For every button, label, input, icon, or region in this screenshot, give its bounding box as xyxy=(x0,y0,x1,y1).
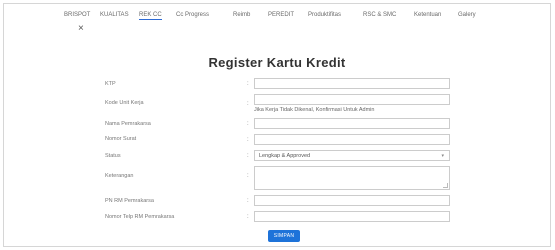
colon: : xyxy=(247,214,249,220)
nav-item-peredit[interactable]: PEREDIT xyxy=(268,12,294,18)
nav-item-reimb[interactable]: Reimb xyxy=(233,12,250,18)
colon: : xyxy=(247,173,249,179)
unit-note: Jika Kerja Tidak Dikenal, Konfirmasi Unt… xyxy=(254,107,375,113)
colon: : xyxy=(247,137,249,143)
chevron-down-icon: ▾ xyxy=(441,153,444,159)
colon: : xyxy=(247,101,249,107)
nav-item-brispot[interactable]: BRISPOT xyxy=(64,12,90,18)
colon: : xyxy=(247,153,249,159)
kode-unit-kerja-input[interactable] xyxy=(254,94,450,105)
status-selected-value: Lengkap & Approved xyxy=(259,153,311,159)
pn-rm-pemrakarsa-input[interactable] xyxy=(254,195,450,206)
label-nomor-telp-rm: Nomor Telp RM Pemrakarsa xyxy=(105,214,175,220)
nav-item-rsc-smc[interactable]: RSC & SMC xyxy=(363,12,396,18)
nav-item-galery[interactable]: Galery xyxy=(458,12,476,18)
ktp-input[interactable] xyxy=(254,78,450,89)
nomor-telp-rm-input[interactable] xyxy=(254,211,450,222)
label-keterangan: Keterangan xyxy=(105,173,134,179)
label-pn-rm-pemrakarsa: PN RM Pemrakarsa xyxy=(105,198,154,204)
label-nama-pemrakarsa: Nama Pemrakarsa xyxy=(105,121,151,127)
nomor-surat-input[interactable] xyxy=(254,134,450,145)
nav-item-produktifitas[interactable]: Produktifitas xyxy=(308,12,341,18)
colon: : xyxy=(247,198,249,204)
nav-item-rek-cc[interactable]: REK CC xyxy=(139,12,162,20)
keterangan-textarea[interactable] xyxy=(254,166,450,190)
page-title: Register Kartu Kredit xyxy=(208,55,346,70)
app-frame: BRISPOT KUALITAS REK CC Cc Progress Reim… xyxy=(3,3,551,247)
nav-item-cc-progress[interactable]: Cc Progress xyxy=(176,12,209,18)
nama-pemrakarsa-input[interactable] xyxy=(254,118,450,129)
label-ktp: KTP xyxy=(105,81,116,87)
close-icon[interactable]: × xyxy=(78,24,84,34)
label-kode-unit-kerja: Kode Unit Kerja xyxy=(105,100,144,106)
colon: : xyxy=(247,121,249,127)
resize-handle-icon[interactable] xyxy=(443,183,448,188)
top-navbar: BRISPOT KUALITAS REK CC Cc Progress Reim… xyxy=(4,4,550,34)
label-nomor-surat: Nomor Surat xyxy=(105,136,137,142)
simpan-button[interactable]: SIMPAN xyxy=(268,230,300,242)
nav-item-ketentuan[interactable]: Ketentuan xyxy=(414,12,441,18)
nav-item-kualitas[interactable]: KUALITAS xyxy=(100,12,129,18)
status-select[interactable]: Lengkap & Approved ▾ xyxy=(254,150,450,161)
label-status: Status xyxy=(105,153,121,159)
colon: : xyxy=(247,81,249,87)
